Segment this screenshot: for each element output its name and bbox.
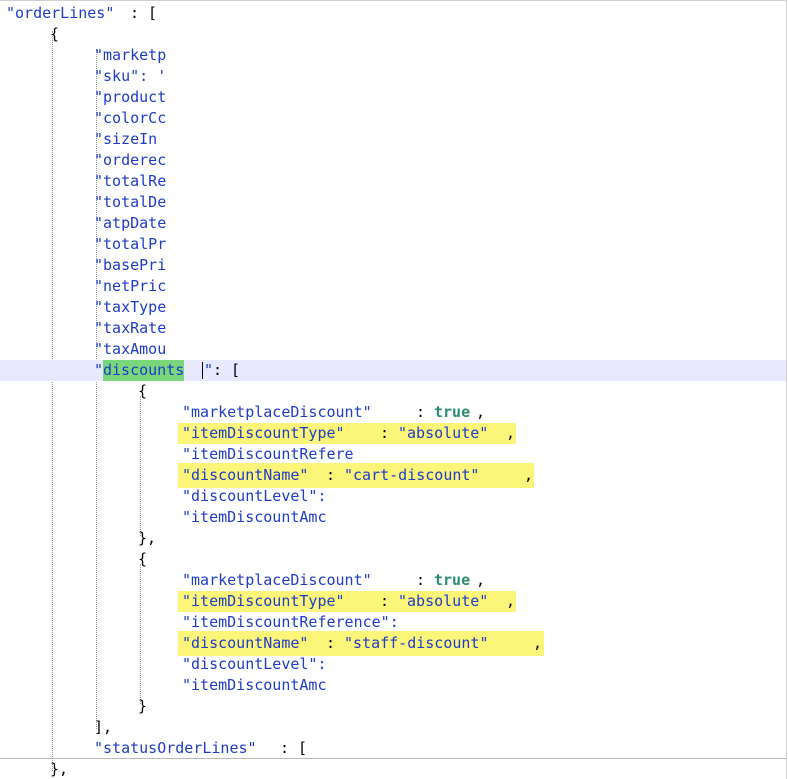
json-key: "totalRe: [94, 172, 167, 190]
json-key: "atpDate: [94, 214, 167, 232]
code-line: "totalRe: [0, 171, 786, 192]
json-punctuation: ,: [506, 424, 516, 442]
json-key: "totalPr: [94, 235, 167, 253]
json-punctuation: },: [50, 760, 69, 778]
json-punctuation: {: [138, 382, 148, 400]
json-punctuation: :: [416, 571, 435, 589]
code-line: "totalPr: [0, 234, 786, 255]
json-key: "taxAmou: [94, 340, 167, 358]
code-line: "itemDiscountType" : "absolute" ,: [0, 591, 786, 612]
code-line: "orderec: [0, 150, 786, 171]
code-line: },: [0, 759, 786, 779]
json-punctuation: : [: [130, 4, 158, 22]
code-line: "discountLevel":: [0, 654, 786, 675]
json-punctuation: }: [138, 697, 148, 715]
code-line: "discountName" : "cart-discount" ,: [0, 463, 786, 488]
json-key: "itemDiscountType": [182, 424, 345, 442]
json-key: "orderec: [94, 151, 167, 169]
code-line: ],: [0, 717, 786, 738]
json-key: "discountLevel":: [182, 655, 327, 673]
json-key: "sku": ': [94, 67, 167, 85]
code-line: "marketplaceDiscount" : true ,: [0, 402, 786, 423]
json-punctuation: {: [138, 550, 148, 568]
json-key: "discountName": [182, 466, 309, 484]
json-quote: ": [204, 361, 214, 379]
json-key: "itemDiscountAmc: [182, 676, 327, 694]
text-caret: [202, 362, 203, 379]
json-key: "basePri: [94, 256, 167, 274]
json-key: "marketplaceDiscount": [182, 403, 372, 421]
code-line: "itemDiscountAmc: [0, 507, 786, 528]
code-line: "atpDate: [0, 213, 786, 234]
search-match-highlight: discounts: [103, 360, 185, 381]
json-punctuation: : [: [280, 739, 308, 757]
code-line: "discountLevel":: [0, 486, 786, 507]
code-line: }: [0, 696, 786, 717]
json-punctuation: ,: [524, 466, 534, 484]
code-line: "orderLines" : [: [0, 3, 786, 24]
json-key: "itemDiscountRefere: [182, 445, 354, 463]
code-line: "taxAmou: [0, 339, 786, 360]
json-punctuation: ,: [506, 592, 516, 610]
json-key: "discountName": [182, 634, 309, 652]
code-line: "itemDiscountAmc: [0, 675, 786, 696]
code-line: "taxRate: [0, 318, 786, 339]
code-line: {: [0, 549, 786, 570]
json-key: "taxRate: [94, 319, 167, 337]
current-code-line[interactable]: " discounts " : [: [0, 360, 786, 381]
json-key: "itemDiscountType": [182, 592, 345, 610]
code-line: "taxType: [0, 297, 786, 318]
json-punctuation: :: [416, 403, 435, 421]
json-key: "marketp: [94, 46, 167, 64]
json-value: "absolute": [398, 424, 489, 442]
json-quote: ": [94, 361, 104, 379]
code-line: "marketplaceDiscount" : true ,: [0, 570, 786, 591]
json-key: "netPric: [94, 277, 167, 295]
json-key: "orderLines": [6, 4, 115, 22]
json-punctuation: :: [326, 466, 345, 484]
json-boolean: true: [434, 403, 471, 421]
code-line: "product: [0, 87, 786, 108]
code-line: {: [0, 381, 786, 402]
json-punctuation: ],: [94, 718, 113, 736]
code-line: "discountName" : "staff-discount" ,: [0, 631, 786, 656]
json-value: "staff-discount": [344, 634, 489, 652]
code-line: "netPric: [0, 276, 786, 297]
code-line: "marketp: [0, 45, 786, 66]
json-punctuation: ,: [476, 403, 486, 421]
json-punctuation: : [: [213, 361, 241, 379]
json-key: "itemDiscountReference":: [182, 613, 399, 631]
json-value: "absolute": [398, 592, 489, 610]
code-line: {: [0, 24, 786, 45]
json-key: "marketplaceDiscount": [182, 571, 372, 589]
json-punctuation: ,: [533, 634, 543, 652]
json-key: "statusOrderLines": [94, 739, 257, 757]
code-line: "colorCc: [0, 108, 786, 129]
json-boolean: true: [434, 571, 471, 589]
code-editor[interactable]: "orderLines" : [ { "marketp "sku": ' "pr…: [0, 0, 787, 779]
json-key: "discountLevel":: [182, 487, 327, 505]
json-punctuation: {: [50, 25, 60, 43]
code-line: "itemDiscountType" : "absolute" ,: [0, 423, 786, 444]
json-punctuation: :: [326, 634, 345, 652]
code-line: "statusOrderLines" : [: [0, 738, 786, 759]
code-line: "sizeIn: [0, 129, 786, 150]
json-key: "sizeIn: [94, 130, 158, 148]
code-line: "itemDiscountRefere: [0, 444, 786, 465]
json-punctuation: },: [138, 529, 157, 547]
json-key: "product: [94, 88, 167, 106]
json-punctuation: ,: [476, 571, 486, 589]
json-punctuation: :: [380, 424, 399, 442]
code-line: "basePri: [0, 255, 786, 276]
json-key: "itemDiscountAmc: [182, 508, 327, 526]
json-key: "taxType: [94, 298, 167, 316]
code-line: },: [0, 528, 786, 549]
json-punctuation: :: [380, 592, 399, 610]
json-key: "colorCc: [94, 109, 167, 127]
json-key: "totalDe: [94, 193, 167, 211]
json-value: "cart-discount": [344, 466, 480, 484]
code-line: "totalDe: [0, 192, 786, 213]
code-line: "sku": ': [0, 66, 786, 87]
code-line: "itemDiscountReference":: [0, 612, 786, 633]
